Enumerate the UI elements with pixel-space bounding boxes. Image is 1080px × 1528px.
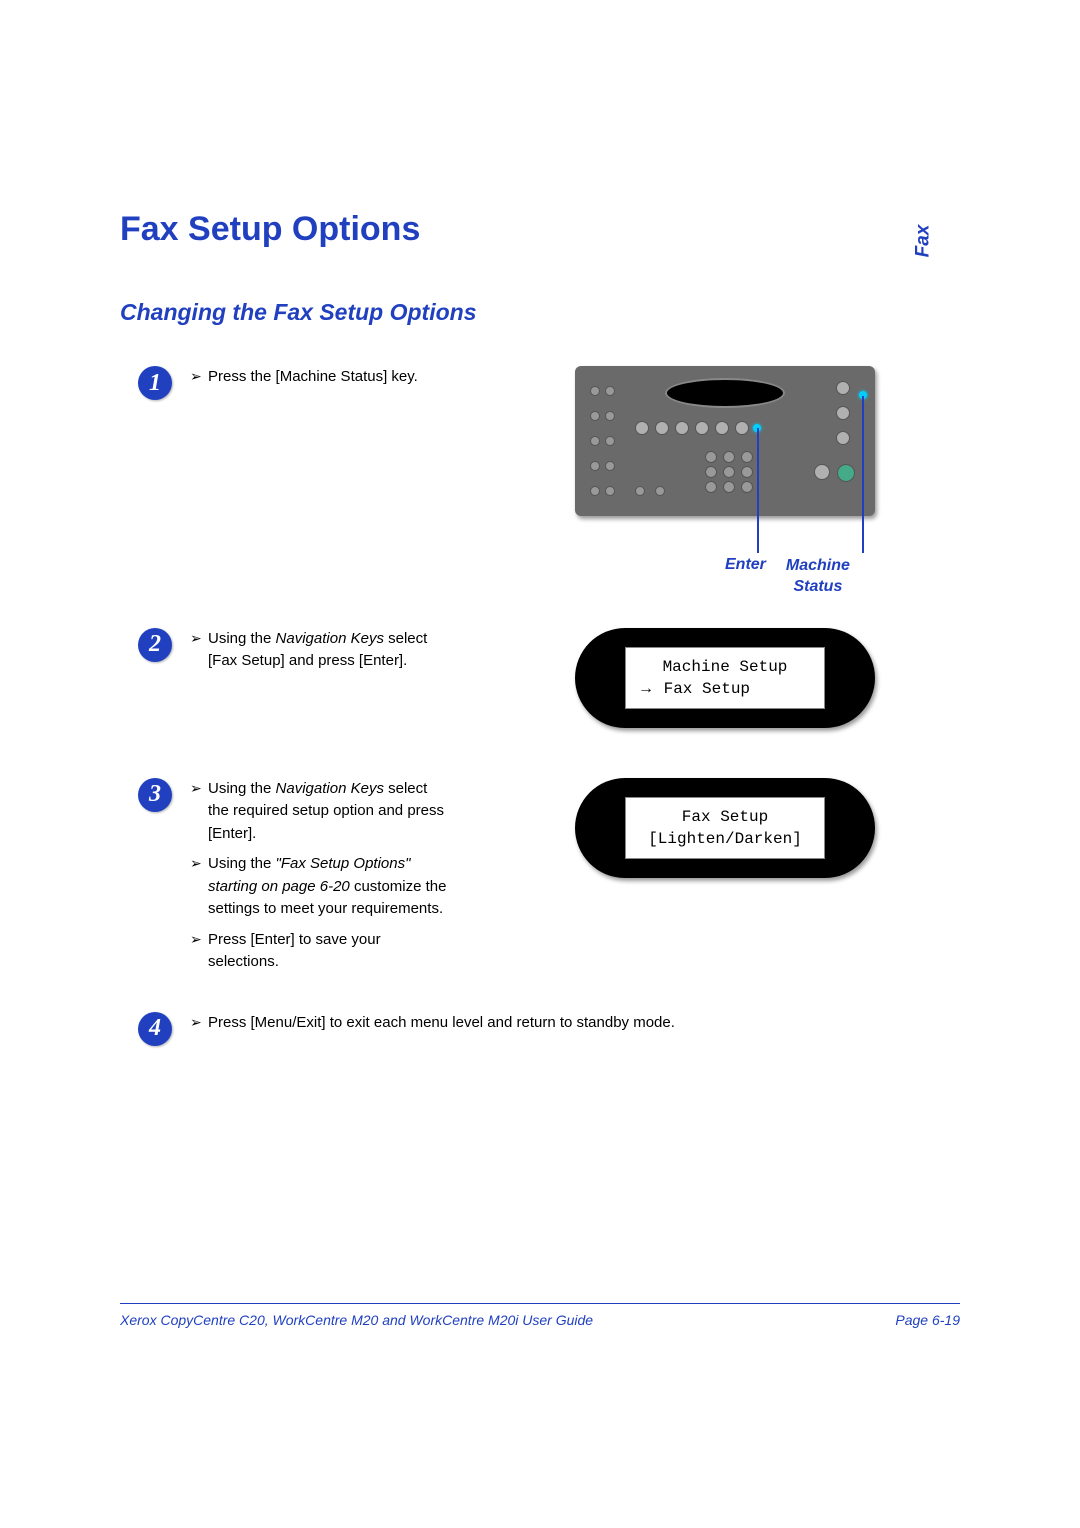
step-4-instruction: Press [Menu/Exit] to exit each menu leve…: [208, 1012, 960, 1035]
side-tab-label: Fax: [913, 225, 935, 258]
panel-labels: Enter MachineStatus: [575, 556, 875, 598]
step-3-instruction-1: Using the Navigation Keys select the req…: [208, 778, 450, 846]
bullet-icon: ➢: [190, 929, 208, 974]
lcd-display-1: Machine Setup → Fax Setup: [575, 628, 875, 728]
lcd-display-2: Fax Setup [Lighten/Darken]: [575, 778, 875, 878]
lcd-line-2: [Lighten/Darken]: [638, 828, 812, 850]
machine-status-label: MachineStatus: [786, 556, 850, 598]
step-3-instruction-3: Press [Enter] to save your selections.: [208, 929, 450, 974]
step-2-row: 2 ➢ Using the Navigation Keys select [Fa…: [120, 628, 960, 728]
step-number-badge: 4: [138, 1012, 172, 1046]
lcd-screen-2: Fax Setup [Lighten/Darken]: [625, 797, 825, 859]
step-1-row: 1 ➢ Press the [Machine Status] key.: [120, 366, 960, 598]
step-1-text: ➢ Press the [Machine Status] key.: [190, 366, 450, 397]
pointer-line-enter: [757, 428, 759, 553]
step-number-container: 1: [120, 366, 190, 400]
step-4-row: 4 ➢ Press [Menu/Exit] to exit each menu …: [120, 1012, 960, 1046]
step-number-container: 4: [120, 1012, 190, 1046]
bullet-icon: ➢: [190, 778, 208, 846]
step-2-instruction: Using the Navigation Keys select [Fax Se…: [208, 628, 450, 673]
device-control-panel: [575, 366, 875, 516]
step-number-container: 2: [120, 628, 190, 662]
step-1-illustration: Enter MachineStatus: [490, 366, 960, 598]
lcd-line-1: Machine Setup: [638, 656, 812, 678]
enter-label: Enter: [725, 556, 766, 598]
lcd-screen-1: Machine Setup → Fax Setup: [625, 647, 825, 709]
page-content: Fax Fax Setup Options Changing the Fax S…: [0, 0, 1080, 1046]
step-3-illustration: Fax Setup [Lighten/Darken]: [490, 778, 960, 878]
page-title: Fax Setup Options: [120, 210, 960, 249]
lcd-line-2: → Fax Setup: [638, 678, 812, 700]
step-number-container: 3: [120, 778, 190, 812]
step-4-text: ➢ Press [Menu/Exit] to exit each menu le…: [190, 1012, 960, 1043]
pointer-line-machine-status: [862, 396, 864, 553]
footer-page-number: Page 6-19: [895, 1312, 960, 1328]
lcd-line-1: Fax Setup: [638, 806, 812, 828]
bullet-icon: ➢: [190, 628, 208, 673]
step-number-badge: 1: [138, 366, 172, 400]
step-3-text: ➢ Using the Navigation Keys select the r…: [190, 778, 450, 982]
step-2-text: ➢ Using the Navigation Keys select [Fax …: [190, 628, 450, 681]
step-3-instruction-2: Using the "Fax Setup Options" starting o…: [208, 853, 450, 921]
footer-doc-title: Xerox CopyCentre C20, WorkCentre M20 and…: [120, 1312, 593, 1328]
step-3-row: 3 ➢ Using the Navigation Keys select the…: [120, 778, 960, 982]
step-2-illustration: Machine Setup → Fax Setup: [490, 628, 960, 728]
section-subtitle: Changing the Fax Setup Options: [120, 299, 960, 326]
step-number-badge: 2: [138, 628, 172, 662]
page-footer: Xerox CopyCentre C20, WorkCentre M20 and…: [120, 1303, 960, 1328]
bullet-icon: ➢: [190, 1012, 208, 1035]
step-1-instruction: Press the [Machine Status] key.: [208, 366, 450, 389]
step-number-badge: 3: [138, 778, 172, 812]
bullet-icon: ➢: [190, 366, 208, 389]
bullet-icon: ➢: [190, 853, 208, 921]
